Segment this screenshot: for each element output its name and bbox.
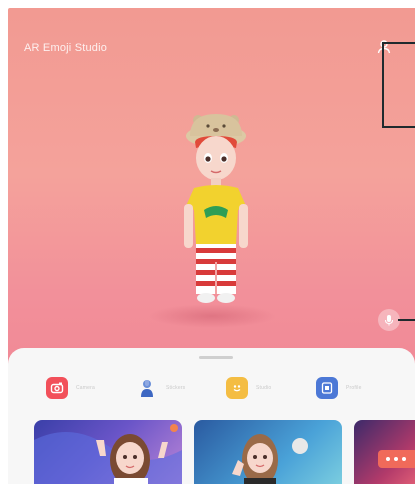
screen: AR Emoji Studio Camera Stickers Studio P… [8, 8, 415, 484]
tab-label: Camera [76, 385, 95, 391]
tab-profile[interactable]: Profile [316, 374, 406, 402]
studio-icon [226, 377, 248, 399]
sheet-handle[interactable] [199, 356, 233, 359]
mic-icon[interactable] [378, 309, 400, 331]
avatar-figure[interactable] [176, 112, 256, 328]
tab-label: Profile [346, 385, 362, 391]
callout-line [382, 42, 415, 44]
page-title: AR Emoji Studio [24, 42, 108, 54]
tab-studio[interactable]: Studio [226, 374, 316, 402]
tab-camera[interactable]: Camera [46, 374, 136, 402]
stickers-icon [136, 377, 158, 399]
callout-line [398, 319, 415, 321]
studio-card[interactable] [34, 420, 182, 484]
bottom-sheet: Camera Stickers Studio Profile [8, 348, 415, 484]
tab-stickers[interactable]: Stickers [136, 374, 226, 402]
tab-label: Studio [256, 385, 272, 391]
feature-tabs: Camera Stickers Studio Profile [46, 374, 415, 402]
tab-label: Stickers [166, 385, 186, 391]
studio-cards [8, 420, 415, 484]
studio-card[interactable] [354, 420, 415, 484]
camera-icon [46, 377, 68, 399]
callout-line [382, 126, 415, 128]
callout-line [382, 42, 384, 128]
profile-icon [316, 377, 338, 399]
studio-card[interactable] [194, 420, 342, 484]
